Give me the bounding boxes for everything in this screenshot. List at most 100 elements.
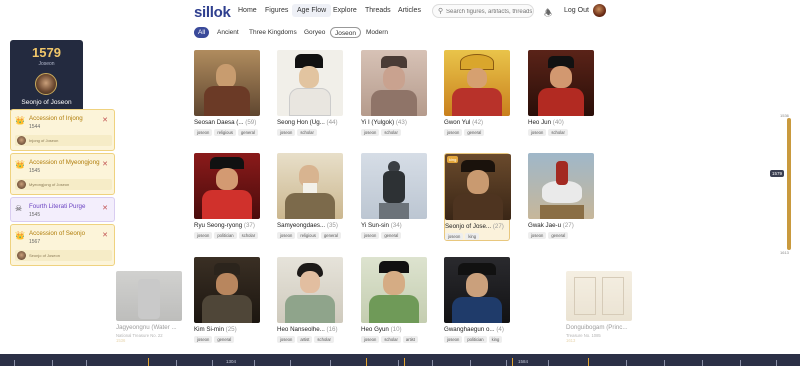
figure-name: Heo Jun (40) <box>528 119 594 126</box>
nav-age-flow[interactable]: Age Flow <box>292 4 332 17</box>
tag[interactable]: artist <box>297 336 313 343</box>
logo[interactable]: sillok <box>194 4 231 21</box>
figure-card[interactable]: Seong Hon (Ug... (44) joseon scholar <box>277 50 343 136</box>
figure-name-text: Seosan Daesa (... <box>194 119 244 126</box>
close-icon[interactable]: ✕ <box>102 204 108 212</box>
nav-threads[interactable]: Threads <box>365 7 391 14</box>
event-card[interactable]: ☠ Fourth Literati Purge 1545 ✕ <box>10 197 115 222</box>
filter-ancient[interactable]: Ancient <box>213 27 243 38</box>
filter-three-kingdoms[interactable]: Three Kingdoms <box>245 27 301 38</box>
avatar <box>17 136 26 145</box>
tag[interactable]: general <box>237 129 258 136</box>
event-title: Accession of Injong <box>29 115 83 122</box>
figure-portrait <box>277 50 343 116</box>
tag[interactable]: scholar <box>381 129 401 136</box>
figure-card[interactable]: Ryu Seong-ryong (37) joseon politician sch… <box>194 153 260 239</box>
event-year: 1545 <box>29 212 41 218</box>
figure-card[interactable]: Gwon Yul (42) joseon general <box>444 50 510 136</box>
tag[interactable]: scholar <box>238 232 259 239</box>
figure-portrait <box>528 50 594 116</box>
figure-card[interactable]: Heo Gyun (10) joseon scholar artist <box>361 257 427 343</box>
tag[interactable]: religious <box>214 129 236 136</box>
tag[interactable]: joseon <box>361 336 380 343</box>
figure-count: (27) <box>492 223 504 230</box>
tag[interactable]: scholar <box>548 129 568 136</box>
search-input[interactable] <box>446 7 532 16</box>
figure-card[interactable]: Kim Si-min (25) joseon general <box>194 257 260 343</box>
tag[interactable]: joseon <box>194 129 213 136</box>
tag[interactable]: joseon <box>444 336 463 343</box>
bottom-timeline[interactable]: 1304 1584 <box>0 354 800 366</box>
logout-button[interactable]: Log Out <box>564 7 589 14</box>
tag[interactable]: artist <box>402 336 418 343</box>
nav-explore[interactable]: Explore <box>333 7 357 14</box>
figure-name-text: Ryu Seong-ryong <box>194 222 243 229</box>
tag[interactable]: joseon <box>528 232 547 239</box>
figure-card[interactable]: Seosan Daesa (... (59) joseon religious ge… <box>194 50 260 136</box>
filter-modern[interactable]: Modern <box>362 27 392 38</box>
figure-card[interactable]: Samyeongdaes... (35) joseon religious gene… <box>277 153 343 239</box>
tag[interactable]: religious <box>297 232 319 239</box>
tag[interactable]: joseon <box>361 129 380 136</box>
bell-icon[interactable]: 🕭 <box>544 6 552 22</box>
tag[interactable]: scholar <box>297 129 317 136</box>
tag[interactable]: general <box>320 232 341 239</box>
tag[interactable]: joseon <box>194 232 213 239</box>
tag[interactable]: king <box>488 336 503 343</box>
event-card[interactable]: 👑 Accession of Seonjo 1567 ✕ Seonjo of J… <box>10 224 115 266</box>
figure-name: Gwon Yul (42) <box>444 119 510 126</box>
event-figure-link[interactable]: Myeongjong of Joseon <box>15 179 112 190</box>
tag[interactable]: scholar <box>314 336 334 343</box>
tag[interactable]: joseon <box>444 129 463 136</box>
figure-name-text: Heo Jun <box>528 119 552 126</box>
tag[interactable]: general <box>464 129 485 136</box>
event-year: 1567 <box>29 239 41 245</box>
tag[interactable]: joseon <box>194 336 213 343</box>
figure-card-selected[interactable]: king Seonjo of Jose... (27) joseon king <box>444 153 511 241</box>
nav-home[interactable]: Home <box>238 7 257 14</box>
tag[interactable]: joseon <box>277 232 296 239</box>
figure-card[interactable]: Gwak Jae-u (27) joseon general <box>528 153 594 239</box>
figure-card[interactable]: Heo Nanseolhe... (16) joseon artist schola… <box>277 257 343 343</box>
figure-card[interactable]: Yi I (Yulgok) (43) joseon scholar <box>361 50 427 136</box>
tag[interactable]: joseon <box>277 129 296 136</box>
tag[interactable]: joseon <box>361 232 380 239</box>
vertical-timeline[interactable] <box>787 118 791 250</box>
tag[interactable]: joseon <box>277 336 296 343</box>
close-icon[interactable]: ✕ <box>102 231 108 239</box>
event-figure-link[interactable]: Seonjo of Joseon <box>15 250 112 261</box>
nav-articles[interactable]: Articles <box>398 7 421 14</box>
close-icon[interactable]: ✕ <box>102 160 108 168</box>
tag[interactable]: joseon <box>528 129 547 136</box>
artifact-card[interactable]: Donguibogam (Princ... Treasure No. 1085 … <box>566 271 632 343</box>
figure-count: (10) <box>390 326 402 333</box>
tag[interactable]: politician <box>214 232 237 239</box>
tag[interactable]: scholar <box>381 336 401 343</box>
figure-name-text: Gwon Yul <box>444 119 471 126</box>
filter-goryeo[interactable]: Goryeo <box>300 27 329 38</box>
tag[interactable]: king <box>465 233 480 240</box>
tag[interactable]: politician <box>464 336 487 343</box>
artifact-card[interactable]: Jagyeongnu (Water ... National Treasure … <box>116 271 182 343</box>
figure-card[interactable]: Yi Sun-sin (34) joseon general <box>361 153 427 239</box>
tag[interactable]: general <box>381 232 402 239</box>
figure-card[interactable]: Heo Jun (40) joseon scholar <box>528 50 594 136</box>
figure-card[interactable]: Gwanghaegun o... (4) joseon politician kin… <box>444 257 510 343</box>
nav-figures[interactable]: Figures <box>265 7 288 14</box>
close-icon[interactable]: ✕ <box>102 116 108 124</box>
tag[interactable]: general <box>214 336 235 343</box>
timeline-marker[interactable]: 1579 <box>770 170 785 177</box>
tag[interactable]: joseon <box>445 233 464 240</box>
filter-all[interactable]: All <box>194 27 210 38</box>
timeline-label: 1584 <box>518 359 529 364</box>
figure-count: (16) <box>326 326 338 333</box>
search-box[interactable]: ⚲ <box>432 4 534 18</box>
event-card[interactable]: 👑 Accession of Myeongjong 1545 ✕ Myeongj… <box>10 153 115 195</box>
user-avatar[interactable] <box>593 4 606 17</box>
filter-joseon[interactable]: Joseon <box>330 27 361 38</box>
tag[interactable]: general <box>548 232 569 239</box>
event-card[interactable]: 👑 Accession of Injong 1544 ✕ Injong of J… <box>10 109 115 151</box>
artifact-image <box>566 271 632 321</box>
figure-name-text: Gwak Jae-u <box>528 222 562 229</box>
event-figure-link[interactable]: Injong of Joseon <box>15 135 112 146</box>
